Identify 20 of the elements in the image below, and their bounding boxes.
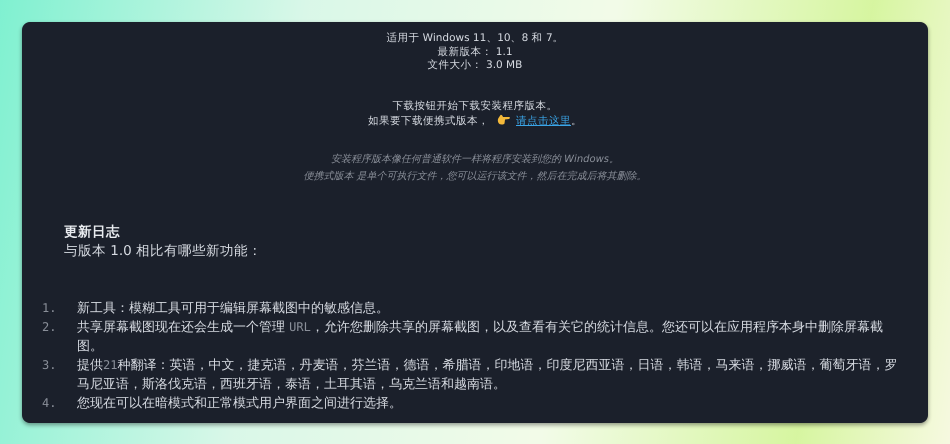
change-item: 提供21种翻译：英语，中文，捷克语，丹麦语，芬兰语，德语，希腊语，印地语，印度尼西亚语，日语，韩语，马来语，挪威语，葡萄牙语，罗马尼亚语，斯洛伐克语，西班牙语，泰语，土耳其语，乌克兰语和越南语。 xyxy=(77,356,898,394)
change-item: 共享屏幕截图现在还会生成一个管理 URL，允许您删除共享的屏幕截图，以及查看有关它的统计信息。您还可以在应用程序本身中删除屏幕截图。 xyxy=(77,318,884,356)
info-text: 文件大小： 3.0 MB xyxy=(426,59,524,72)
note-text: 便携式版本 是单个可执行文件，您可以运行该文件，然后在完成后将其删除。 xyxy=(302,170,648,184)
list-number: 4. xyxy=(42,394,58,412)
link[interactable]: 请点击这里 xyxy=(516,114,571,126)
change-item: 您现在可以在暗模式和正常模式用户界面之间进行选择。 xyxy=(77,394,402,412)
note-text: 安装程序版本像任何普通软件一样将程序安装到您的 Windows。 xyxy=(330,152,620,166)
download-note: 。 xyxy=(571,114,582,126)
download-note: 如果要下载便携式版本， xyxy=(368,114,489,126)
list-number: 1. xyxy=(42,300,58,316)
list-number: 3. xyxy=(42,356,58,374)
change-item: 新工具：模糊工具可用于编辑屏幕截图中的敏感信息。 xyxy=(77,300,389,318)
info-text: 适用于 Windows 11、10、8 和 7。 xyxy=(385,32,565,46)
list-number: 2. xyxy=(42,318,58,336)
download-note: 下载按钮开始下载安装程序版本。 xyxy=(392,98,558,114)
changelog-subtitle: 与版本 1.0 相比有哪些新功能： xyxy=(64,242,264,260)
pointing-hand-icon xyxy=(497,114,510,124)
changelog-title: 更新日志 xyxy=(64,222,121,242)
info-text: 最新版本： 1.1 xyxy=(436,46,514,59)
